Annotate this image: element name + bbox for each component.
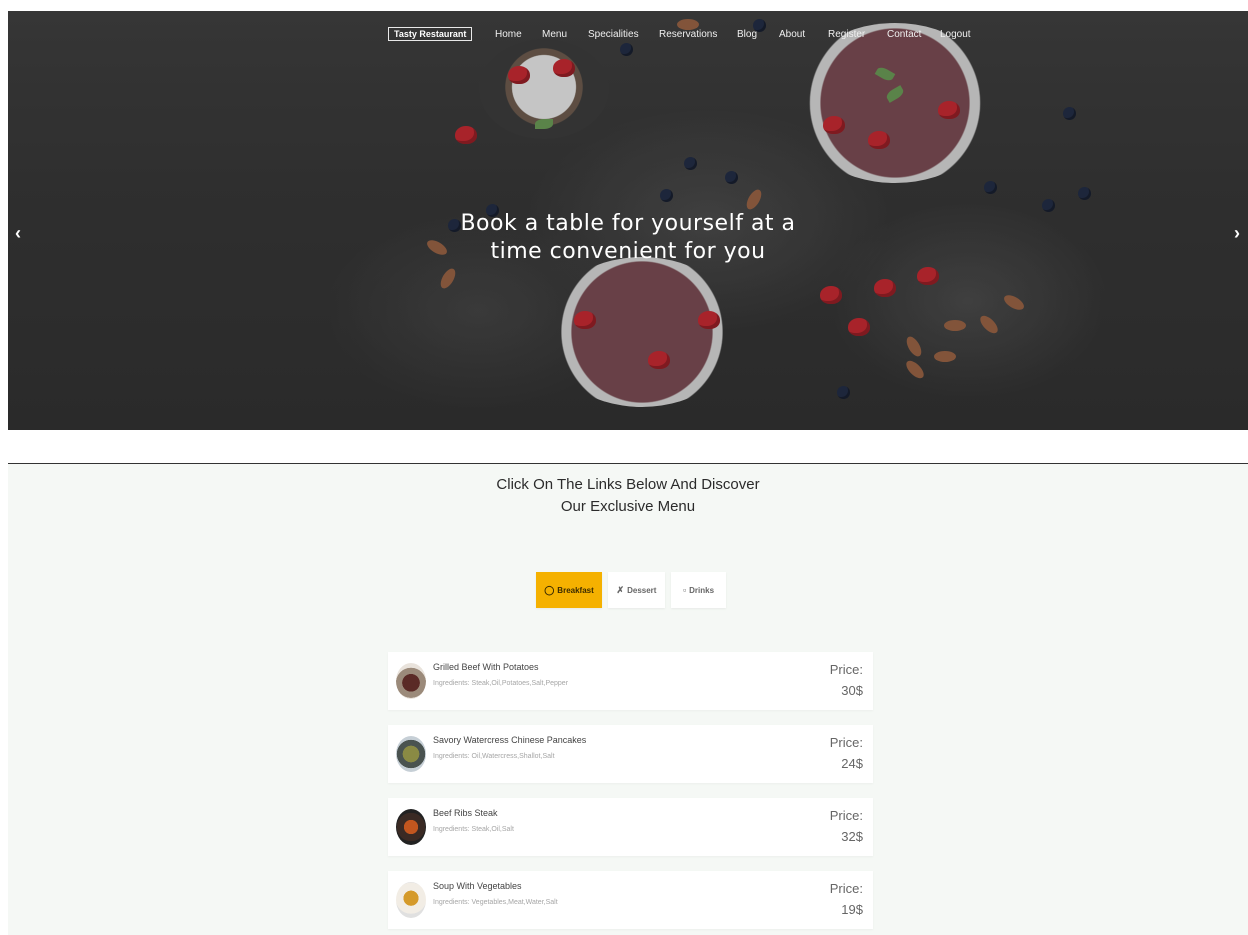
menu-item-price: 19$ — [841, 902, 863, 917]
glasses-icon: ▫ — [682, 585, 687, 595]
menu-section-title-line-2: Our Exclusive Menu — [560, 498, 696, 515]
chevron-left-icon[interactable]: ‹ — [15, 223, 21, 244]
chevron-right-icon[interactable]: › — [1234, 223, 1240, 244]
menu-item-price: 32$ — [841, 829, 863, 844]
menu-section: Click On The Links Below And Discover Ou… — [8, 463, 1248, 935]
nav-link-reservations[interactable]: Reservations — [659, 29, 717, 41]
menu-item-name: Soup With Vegetables — [433, 881, 522, 891]
nav-link-about[interactable]: About — [779, 29, 805, 41]
menu-section-title: Click On The Links Below And Discover Ou… — [8, 474, 1248, 518]
nav-link-logout[interactable]: Logout — [940, 29, 971, 41]
menu-item-name: Grilled Beef With Potatoes — [433, 662, 539, 672]
tab-dessert-label: Dessert — [627, 586, 657, 595]
menu-item-ingredients: Ingredients: Steak,Oil,Salt — [433, 826, 514, 833]
menu-item-name: Beef Ribs Steak — [433, 808, 498, 818]
menu-item-ingredients: Ingredients: Vegetables,Meat,Water,Salt — [433, 899, 558, 906]
menu-item-price: 30$ — [841, 683, 863, 698]
menu-item-price-label: Price: — [829, 881, 863, 896]
menu-item-price-label: Price: — [829, 808, 863, 823]
tab-drinks-label: Drinks — [689, 586, 715, 595]
menu-item-image — [396, 882, 426, 918]
hero-carousel: Tasty Restaurant Home Menu Specialities … — [8, 11, 1248, 430]
top-navigation: Tasty Restaurant Home Menu Specialities … — [8, 25, 1248, 45]
tab-breakfast-label: Breakfast — [557, 586, 594, 595]
tab-breakfast[interactable]: ◯ Breakfast — [536, 572, 602, 608]
menu-item-card[interactable]: Grilled Beef With Potatoes Ingredients: … — [388, 652, 873, 710]
food-icon: ◯ — [544, 585, 555, 595]
menu-item-card[interactable]: Savory Watercress Chinese Pancakes Ingre… — [388, 725, 873, 783]
nav-link-blog[interactable]: Blog — [737, 29, 757, 41]
menu-section-title-line-1: Click On The Links Below And Discover — [496, 476, 760, 493]
menu-item-card[interactable]: Soup With Vegetables Ingredients: Vegeta… — [388, 871, 873, 929]
menu-item-image — [396, 809, 426, 845]
menu-item-price-label: Price: — [829, 662, 863, 677]
menu-item-price-label: Price: — [829, 735, 863, 750]
tab-dessert[interactable]: ✗ Dessert — [608, 572, 665, 608]
menu-item-image — [396, 736, 426, 772]
hero-heading-line-1: Book a table for yourself at a — [460, 211, 796, 236]
menu-item-ingredients: Ingredients: Steak,Oil,Potatoes,Salt,Pep… — [433, 680, 569, 687]
nav-link-register[interactable]: Register — [828, 29, 865, 41]
menu-item-card[interactable]: Beef Ribs Steak Ingredients: Steak,Oil,S… — [388, 798, 873, 856]
menu-item-name: Savory Watercress Chinese Pancakes — [433, 735, 587, 745]
menu-item-ingredients: Ingredients: Oil,Watercress,Shallot,Salt — [433, 753, 555, 760]
nav-link-home[interactable]: Home — [495, 29, 522, 41]
menu-item-image — [396, 663, 426, 699]
cutlery-icon: ✗ — [616, 585, 625, 595]
hero-heading: Book a table for yourself at a time conv… — [368, 210, 888, 266]
hero-heading-line-2: time convenient for you — [490, 239, 766, 264]
tab-drinks[interactable]: ▫ Drinks — [671, 572, 726, 608]
nav-link-specialities[interactable]: Specialities — [588, 29, 639, 41]
brand-logo-link[interactable]: Tasty Restaurant — [388, 27, 473, 41]
nav-link-contact[interactable]: Contact — [887, 29, 921, 41]
menu-item-price: 24$ — [841, 756, 863, 771]
nav-link-menu[interactable]: Menu — [542, 29, 567, 41]
